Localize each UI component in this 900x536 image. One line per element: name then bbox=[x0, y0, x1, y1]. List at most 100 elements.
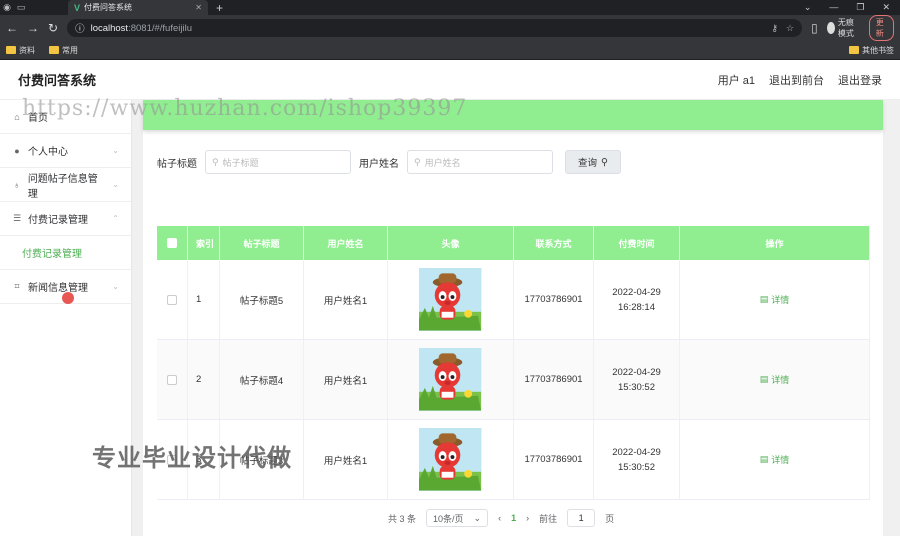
tab-close-icon[interactable]: ✕ bbox=[195, 3, 202, 12]
search-title-input[interactable]: ⚲ 帖子标题 bbox=[205, 150, 351, 174]
logout-link[interactable]: 退出登录 bbox=[838, 72, 882, 88]
sidebar-item-label: 问题帖子信息管理 bbox=[27, 173, 98, 200]
header-title: 帖子标题 bbox=[220, 226, 304, 260]
folder-icon bbox=[49, 46, 59, 54]
incognito-profile[interactable]: 无痕模式 bbox=[826, 17, 860, 39]
current-user: 用户 a1 bbox=[717, 74, 755, 87]
back-icon[interactable]: ← bbox=[6, 21, 18, 35]
page-size-select[interactable]: 10条/页 ⌄ bbox=[426, 509, 489, 527]
row-checkbox[interactable] bbox=[167, 374, 177, 385]
search-title-placeholder: 帖子标题 bbox=[222, 157, 259, 168]
row-time: 2022-04-29 15:30:52 bbox=[612, 366, 661, 393]
url-input[interactable]: ⓘ localhost:8081/#/fufeijilu ⚷ ☆ bbox=[67, 19, 803, 37]
app-header: 付费问答系统 用户 a1 退出到前台 退出登录 bbox=[0, 60, 900, 100]
new-tab-icon[interactable]: + bbox=[216, 1, 223, 15]
detail-button[interactable]: ▤ 详情 bbox=[760, 453, 790, 466]
address-bar: ← → ↻ ⓘ localhost:8081/#/fufeijilu ⚷ ☆ ▯… bbox=[0, 15, 900, 41]
sidebar-item-label: 新闻信息管理 bbox=[28, 283, 88, 294]
prev-page-icon[interactable]: ‹ bbox=[498, 513, 501, 523]
row-user: 用户姓名1 bbox=[304, 420, 388, 499]
avatar bbox=[419, 348, 482, 411]
page-size-value: 10条/页 bbox=[433, 513, 464, 524]
update-button[interactable]: 更新 bbox=[868, 15, 894, 41]
chevron-down-icon[interactable]: ⌄ bbox=[804, 2, 812, 13]
sidebar-item-payment[interactable]: ☰ 付费记录管理 ⌃ bbox=[0, 202, 131, 236]
app-title: 付费问答系统 bbox=[18, 73, 97, 88]
browser-tab[interactable]: V 付费问答系统 ✕ bbox=[68, 0, 208, 15]
row-index: 2 bbox=[188, 340, 220, 419]
settings-icon: ☰ bbox=[12, 213, 22, 223]
page-suffix: 页 bbox=[605, 513, 615, 524]
crop-icon: ⌗ bbox=[14, 281, 20, 291]
document-icon: ▤ bbox=[759, 294, 769, 304]
chevron-up-icon: ⌃ bbox=[112, 214, 119, 223]
sidebar-toggle-icon[interactable]: ▯ bbox=[811, 21, 818, 35]
forward-icon[interactable]: → bbox=[27, 21, 39, 35]
bookmark-folder-other[interactable]: 其他书签 bbox=[849, 45, 894, 56]
close-icon[interactable]: ✕ bbox=[882, 2, 890, 13]
vue-logo-icon: V bbox=[74, 2, 81, 13]
bookmark-folder[interactable]: 资料 bbox=[6, 45, 35, 56]
row-title: 帖子标题5 bbox=[220, 260, 304, 339]
info-icon[interactable]: ⓘ bbox=[75, 21, 85, 35]
header-index: 索引 bbox=[188, 226, 220, 260]
page-number-current[interactable]: 1 bbox=[511, 513, 516, 523]
mouse-cursor-indicator bbox=[62, 292, 74, 304]
goto-label: 前往 bbox=[539, 513, 558, 524]
folder-icon bbox=[849, 46, 859, 54]
detail-button[interactable]: ▤ 详情 bbox=[760, 293, 790, 306]
browser-menu-icon[interactable]: ◉ bbox=[0, 0, 14, 15]
profile-label: 无痕模式 bbox=[837, 18, 854, 38]
search-user-label: 用户姓名 bbox=[359, 158, 399, 170]
pagination-total: 共 3 条 bbox=[388, 513, 417, 524]
detail-label: 详情 bbox=[771, 295, 790, 305]
query-button[interactable]: 查询 ⚲ bbox=[565, 150, 621, 174]
row-time: 2022-04-29 15:30:52 bbox=[612, 446, 661, 473]
key-icon[interactable]: ⚷ bbox=[771, 23, 778, 34]
sidebar-item-posts[interactable]: ♁ 问题帖子信息管理 ⌄ bbox=[0, 168, 131, 202]
detail-button[interactable]: ▤ 详情 bbox=[760, 373, 790, 386]
search-icon: ⚲ bbox=[212, 156, 219, 167]
header-time: 付费时间 bbox=[594, 226, 680, 260]
goto-page-input[interactable]: 1 bbox=[567, 509, 596, 527]
url-path: :8081/#/fufeijilu bbox=[128, 22, 192, 34]
header-user: 用户姓名 bbox=[304, 226, 388, 260]
table-row: 1 帖子标题5 用户姓名1 17703786901 2022-04-29 16:… bbox=[157, 260, 870, 340]
user-icon: ● bbox=[14, 145, 20, 156]
watermark-url: https://www.huzhan.com/ishop39397 bbox=[22, 96, 468, 121]
search-form: 帖子标题 ⚲ 帖子标题 用户姓名 ⚲ 用户姓名 查询 ⚲ bbox=[157, 150, 621, 174]
bookmark-label: 其他书签 bbox=[862, 45, 894, 55]
bookmark-label: 资料 bbox=[19, 45, 35, 55]
document-icon: ▤ bbox=[759, 454, 769, 464]
sidebar-item-label: 付费记录管理 bbox=[28, 215, 88, 226]
row-user: 用户姓名1 bbox=[304, 340, 388, 419]
star-icon[interactable]: ☆ bbox=[786, 23, 794, 34]
cartoon-avatar-icon bbox=[419, 428, 481, 491]
tab-title: 付费问答系统 bbox=[84, 3, 133, 12]
search-title-label: 帖子标题 bbox=[157, 158, 197, 170]
row-checkbox[interactable] bbox=[167, 294, 177, 305]
sidebar-subitem-payment[interactable]: 付费记录管理 bbox=[0, 236, 131, 270]
search-user-input[interactable]: ⚲ 用户姓名 bbox=[407, 150, 553, 174]
minimize-icon[interactable]: — bbox=[829, 2, 838, 13]
bookmarks-bar: 资料 常用 其他书签 bbox=[0, 41, 900, 60]
table-header: 索引 帖子标题 用户姓名 头像 联系方式 付费时间 操作 bbox=[157, 226, 870, 260]
search-user-placeholder: 用户姓名 bbox=[424, 157, 461, 168]
select-all-checkbox[interactable] bbox=[167, 238, 177, 248]
cartoon-avatar-icon bbox=[419, 348, 481, 411]
row-phone: 17703786901 bbox=[514, 340, 594, 419]
sidebar-item-profile[interactable]: ● 个人中心 ⌄ bbox=[0, 134, 131, 168]
back-to-front-link[interactable]: 退出到前台 bbox=[769, 72, 824, 88]
row-phone: 17703786901 bbox=[514, 260, 594, 339]
table-row: 2 帖子标题4 用户姓名1 17703786901 2022-04-29 15:… bbox=[157, 340, 870, 420]
cartoon-avatar-icon bbox=[419, 268, 481, 331]
avatar bbox=[419, 428, 482, 491]
mic-icon: ♁ bbox=[13, 179, 21, 190]
next-page-icon[interactable]: › bbox=[526, 513, 529, 523]
reload-icon[interactable]: ↻ bbox=[48, 21, 58, 35]
tab-list-icon[interactable]: ▭ bbox=[14, 0, 28, 15]
row-title: 帖子标题4 bbox=[220, 340, 304, 419]
query-button-label: 查询 bbox=[578, 158, 598, 169]
bookmark-folder[interactable]: 常用 bbox=[49, 45, 78, 56]
maximize-icon[interactable]: ❐ bbox=[856, 2, 864, 13]
